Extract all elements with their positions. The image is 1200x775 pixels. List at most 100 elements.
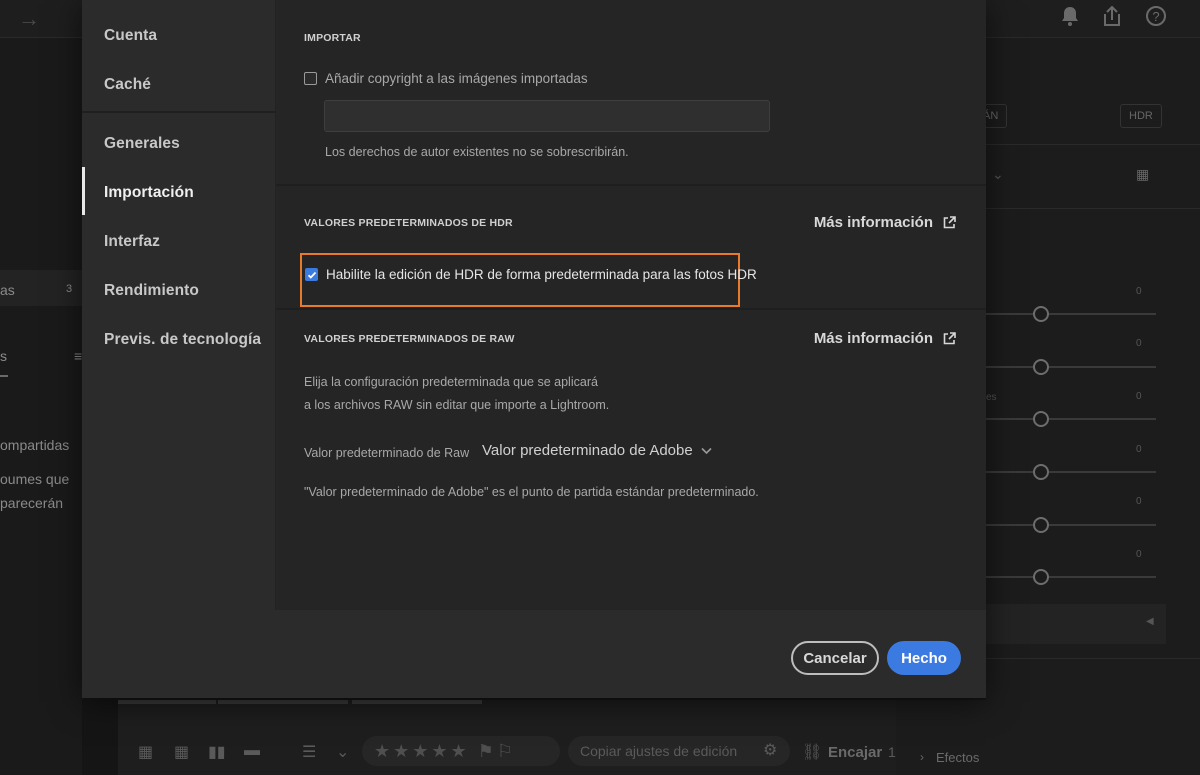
slider-track[interactable]: [986, 418, 1156, 420]
nav-divider: [82, 111, 276, 113]
slider-knob[interactable]: [1033, 359, 1049, 375]
slider-track[interactable]: [986, 313, 1156, 315]
nav-item-import[interactable]: Importación: [104, 184, 194, 202]
slider-knob[interactable]: [1033, 569, 1049, 585]
hdr-more-info-link[interactable]: Más información: [814, 214, 956, 231]
slider-value: 0: [1136, 496, 1142, 507]
slider-value: 0: [1136, 444, 1142, 455]
sort-icon[interactable]: ☰: [302, 742, 316, 762]
slider-track[interactable]: [986, 524, 1156, 526]
filmstrip-thumb[interactable]: [118, 700, 216, 704]
raw-more-info-link[interactable]: Más información: [814, 330, 956, 347]
preferences-content: IMPORTAR Añadir copyright a las imágenes…: [276, 0, 986, 610]
filmstrip-thumb[interactable]: [352, 700, 482, 704]
raw-default-label: Valor predeterminado de Raw: [304, 446, 470, 460]
raw-more-info-label[interactable]: Más información: [814, 330, 933, 347]
nav-item-tech-preview[interactable]: Previs. de tecnología: [104, 331, 261, 349]
slider-track[interactable]: [986, 366, 1156, 368]
app-bottom-right: › Efectos: [896, 700, 1200, 775]
grid-zoom-icon[interactable]: ▦: [1136, 166, 1149, 183]
preferences-nav: Cuenta Caché Generales Importación Inter…: [82, 0, 276, 610]
help-icon[interactable]: ?: [1145, 4, 1167, 28]
back-arrow-icon[interactable]: →: [18, 6, 40, 32]
raw-default-note: "Valor predeterminado de Adobe" es el pu…: [304, 485, 759, 499]
albums-row-count: 3: [66, 283, 73, 295]
hdr-more-info-label[interactable]: Más información: [814, 214, 933, 231]
slider-label-partial: es: [986, 392, 997, 403]
raw-default-select[interactable]: Valor predeterminado de Adobe: [482, 442, 712, 459]
section-divider: [276, 184, 986, 186]
grid-large-icon[interactable]: ▦: [174, 742, 189, 762]
fit-zoom-suffix: 1: [888, 744, 896, 760]
grid-small-icon[interactable]: ▦: [138, 742, 153, 762]
effects-section-label[interactable]: Efectos: [936, 750, 979, 765]
slider-value: 0: [1136, 391, 1142, 402]
dialog-footer: Cancelar Hecho: [82, 610, 986, 698]
slider-value: 0: [1136, 549, 1142, 560]
slider-value: 0: [1136, 338, 1142, 349]
hdr-chip[interactable]: HDR: [1120, 104, 1162, 128]
hdr-section-title: VALORES PREDETERMINADOS DE HDR: [304, 217, 513, 229]
raw-section-title: VALORES PREDETERMINADOS DE RAW: [304, 333, 515, 345]
nav-item-cache[interactable]: Caché: [104, 76, 151, 94]
star-rating[interactable]: ★★★★★ ⚑⚐: [362, 736, 560, 766]
shared-desc-line2: parecerán: [0, 495, 64, 511]
tab-label-partial[interactable]: s: [0, 348, 7, 364]
nav-active-indicator: [82, 167, 85, 215]
svg-text:?: ?: [1152, 9, 1159, 24]
copyright-checkbox-row[interactable]: Añadir copyright a las imágenes importad…: [304, 71, 588, 86]
raw-description-line2: a los archivos RAW sin editar que import…: [304, 398, 610, 412]
slider-value: 0: [1136, 286, 1142, 297]
copyright-checkbox[interactable]: [304, 72, 317, 85]
caret-left-icon: ◀: [1146, 616, 1154, 627]
link-icon[interactable]: ⛓: [802, 742, 822, 762]
panel-divider: [986, 208, 1200, 209]
tab-underline: [0, 375, 8, 377]
shared-title: ompartidas: [0, 437, 70, 453]
section-divider: [276, 308, 986, 310]
gear-icon[interactable]: ⚙: [763, 740, 777, 760]
external-link-icon: [943, 216, 956, 229]
collapsed-section[interactable]: ◀: [986, 604, 1166, 644]
external-link-icon: [943, 332, 956, 345]
chevron-right-icon[interactable]: ›: [920, 750, 924, 764]
compare-view-icon[interactable]: ▮▮: [208, 742, 226, 762]
hdr-checkbox[interactable]: [305, 268, 318, 281]
slider-knob[interactable]: [1033, 306, 1049, 322]
slider-knob[interactable]: [1033, 517, 1049, 533]
slider-track[interactable]: [986, 471, 1156, 473]
panel-divider: [986, 658, 1200, 659]
cancel-button[interactable]: Cancelar: [791, 641, 879, 675]
nav-item-general[interactable]: Generales: [104, 135, 180, 153]
chevron-down-icon[interactable]: ⌄: [336, 742, 349, 762]
menu-icon[interactable]: ≡: [74, 348, 82, 364]
nav-item-interface[interactable]: Interfaz: [104, 233, 160, 251]
copyright-input[interactable]: [324, 100, 770, 132]
fit-zoom-label[interactable]: Encajar: [828, 744, 882, 761]
bell-icon[interactable]: [1059, 4, 1081, 28]
filmstrip-thumb[interactable]: [218, 700, 348, 704]
hdr-checkbox-row[interactable]: Habilite la edición de HDR de forma pred…: [305, 267, 757, 282]
slider-track[interactable]: [986, 576, 1156, 578]
chevron-down-icon[interactable]: ⌄: [992, 166, 1004, 183]
preferences-dialog: Cuenta Caché Generales Importación Inter…: [82, 0, 986, 698]
hdr-checkbox-label[interactable]: Habilite la edición de HDR de forma pred…: [326, 267, 757, 282]
nav-item-account[interactable]: Cuenta: [104, 27, 157, 45]
import-section-title: IMPORTAR: [304, 32, 361, 44]
raw-default-value[interactable]: Valor predeterminado de Adobe: [482, 442, 693, 459]
app-left-panel: as 3 s ≡ ompartidas oumes que parecerán: [0, 38, 82, 775]
copyright-help-text: Los derechos de autor existentes no se s…: [325, 145, 629, 159]
panel-divider: [986, 144, 1200, 145]
slider-knob[interactable]: [1033, 411, 1049, 427]
slider-knob[interactable]: [1033, 464, 1049, 480]
share-icon[interactable]: [1101, 4, 1123, 28]
albums-row-label[interactable]: as: [0, 282, 15, 298]
copyright-checkbox-label[interactable]: Añadir copyright a las imágenes importad…: [325, 71, 588, 86]
done-button[interactable]: Hecho: [887, 641, 961, 675]
shared-desc-line1: oumes que: [0, 471, 70, 487]
checkmark-icon: [307, 271, 316, 279]
app-right-panel: ÁN HDR ⌄ ▦ 0 0 0 es 0 0 0 ◀: [974, 38, 1200, 775]
nav-item-performance[interactable]: Rendimiento: [104, 282, 199, 300]
detail-view-icon[interactable]: ▬: [244, 742, 260, 760]
copy-settings-button[interactable]: Copiar ajustes de edición: [568, 736, 790, 766]
